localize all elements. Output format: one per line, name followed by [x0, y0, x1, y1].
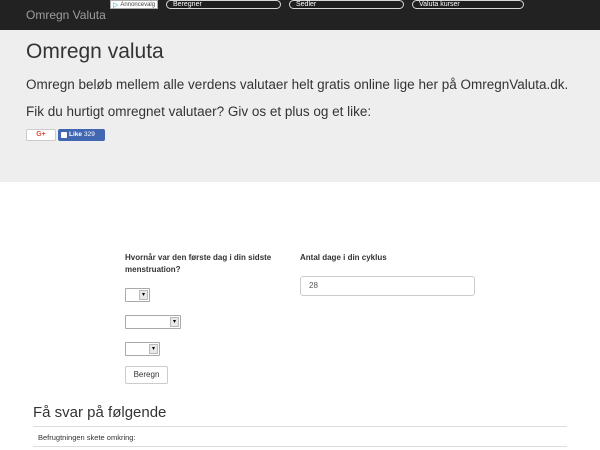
month-select[interactable]: ▾: [125, 315, 181, 329]
results-divider-top: [33, 426, 567, 427]
facebook-like-button[interactable]: Like 329: [58, 129, 105, 141]
day-select[interactable]: ▾: [125, 288, 150, 302]
calculate-button[interactable]: Beregn: [125, 366, 168, 384]
year-select[interactable]: ▾: [125, 342, 160, 356]
nav-item-valuta-kurser[interactable]: Valuta kurser: [412, 0, 524, 9]
results-divider-bottom: [33, 446, 567, 447]
first-day-label: Hvornår var den første dag i din sidste …: [125, 253, 272, 274]
share-prompt: Fik du hurtigt omregnet valutaer? Giv os…: [26, 104, 372, 119]
result-row-conception: Befrugtningen skete omkring:: [38, 433, 136, 442]
chevron-down-icon: ▾: [170, 317, 179, 327]
results-title: Få svar på følgende: [33, 404, 167, 421]
lead-text: Omregn beløb mellem alle verdens valutae…: [26, 77, 569, 92]
adchoices-icon: ▷: [113, 1, 119, 9]
page-title: Omregn valuta: [26, 40, 164, 63]
chevron-down-icon: ▾: [149, 344, 158, 354]
fb-like-count: 329: [84, 131, 95, 138]
google-plus-button[interactable]: G+: [26, 129, 56, 141]
jumbotron: Omregn valuta Omregn beløb mellem alle v…: [0, 30, 600, 182]
cycle-length-label: Antal dage i din cyklus: [300, 253, 387, 262]
fb-like-label: Like: [69, 131, 83, 138]
cycle-length-input[interactable]: 28: [300, 276, 475, 296]
nav-item-beregner[interactable]: Beregner: [166, 0, 281, 9]
top-navbar: Omregn Valuta ▷ Annoncevalg Beregner Sed…: [0, 0, 600, 30]
chevron-down-icon: ▾: [139, 290, 148, 300]
adchoices-badge[interactable]: ▷ Annoncevalg: [110, 0, 159, 9]
thumbs-up-icon: [61, 132, 67, 138]
navbar-brand[interactable]: Omregn Valuta: [26, 8, 106, 22]
nav-item-sedler[interactable]: Sedler: [289, 0, 404, 9]
adchoices-label: Annoncevalg: [120, 1, 156, 8]
